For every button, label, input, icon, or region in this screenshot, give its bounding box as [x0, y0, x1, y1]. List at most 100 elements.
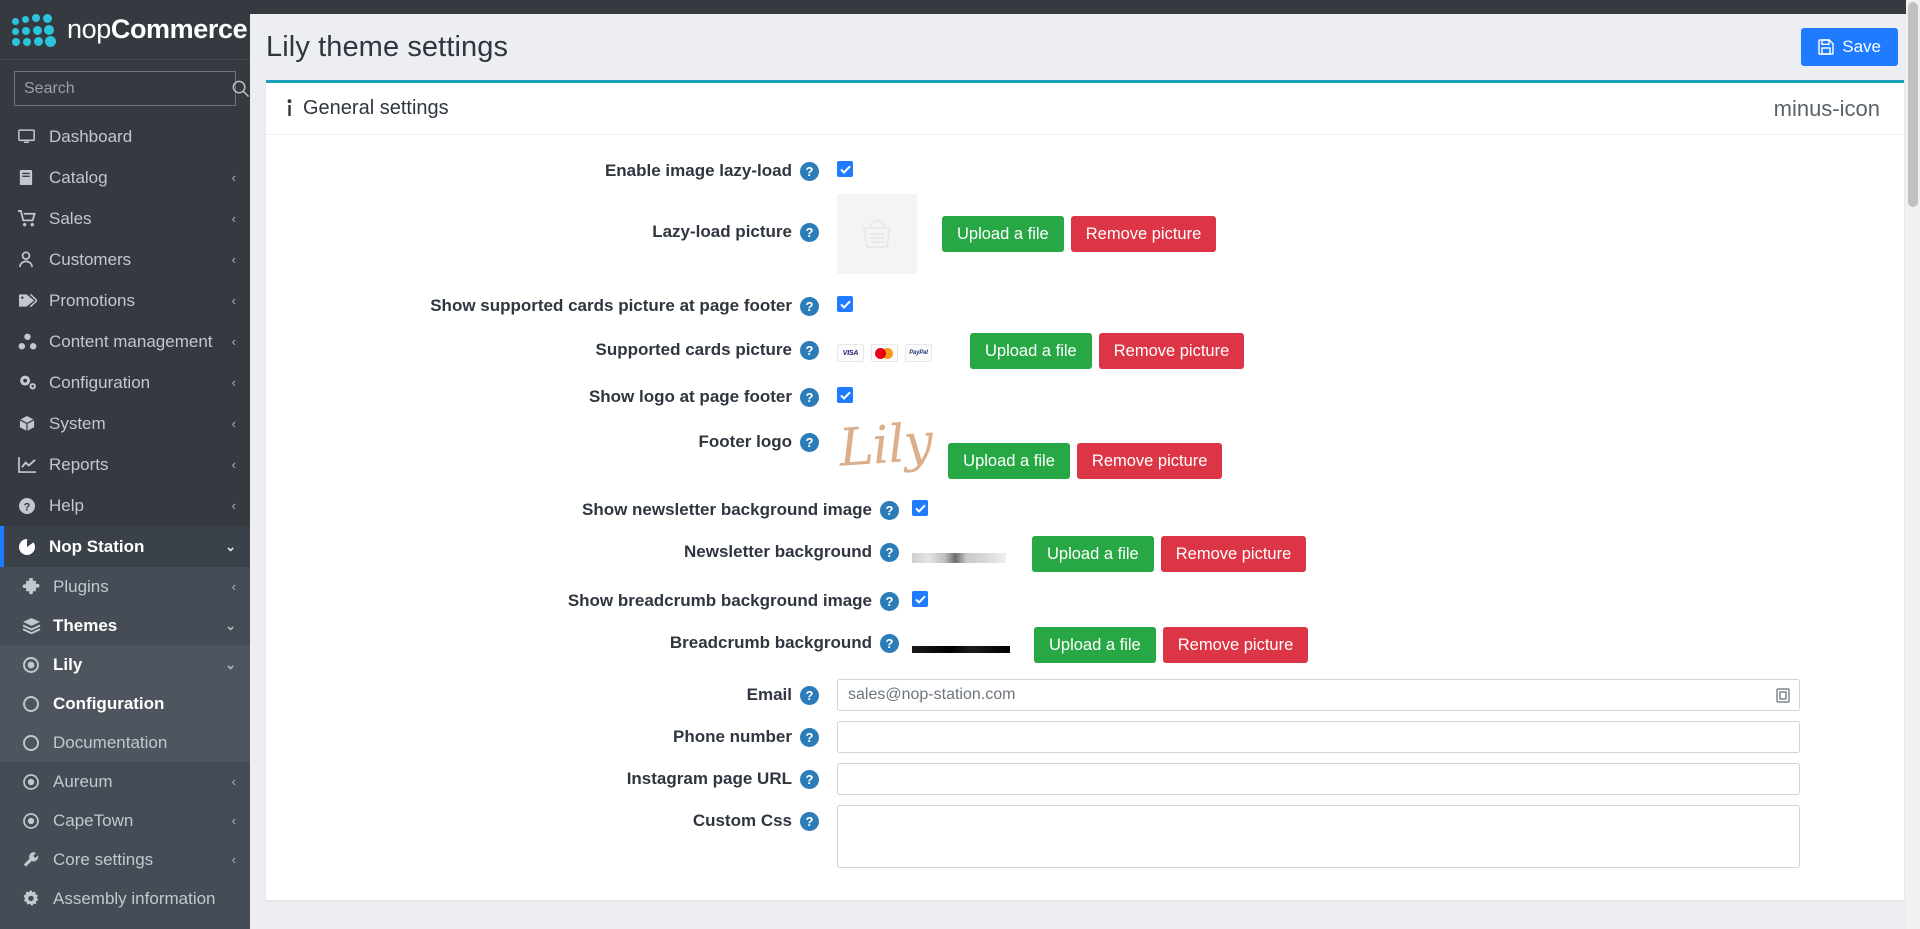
sidebar-item-catalog[interactable]: Catalog ‹: [0, 157, 250, 198]
sidebar-item-label: Documentation: [53, 732, 168, 752]
help-icon[interactable]: ?: [800, 811, 819, 831]
gears-icon: [18, 374, 44, 391]
help-icon[interactable]: ?: [880, 500, 899, 520]
brand-logo[interactable]: nopCommerce: [0, 0, 250, 60]
label-text: Breadcrumb background: [669, 633, 872, 652]
help-icon[interactable]: ?: [800, 432, 819, 452]
page-scrollbar-track[interactable]: [1906, 0, 1920, 929]
radio-empty-icon: [22, 734, 48, 752]
upload-a-file-button[interactable]: Upload a file: [1032, 536, 1154, 572]
label-text: Email: [746, 685, 792, 704]
chevron-icon: ‹: [231, 774, 236, 789]
picture-actions: Upload a file Remove picture: [1032, 536, 1307, 572]
help-icon[interactable]: ?: [800, 296, 819, 316]
sidebar-item-configuration[interactable]: Configuration ‹: [0, 362, 250, 403]
save-button[interactable]: Save: [1801, 28, 1898, 66]
upload-a-file-button[interactable]: Upload a file: [948, 443, 1070, 479]
label-text: Supported cards picture: [595, 340, 792, 359]
card-title: General settings: [303, 97, 449, 119]
sidebar-item-sales[interactable]: Sales ‹: [0, 198, 250, 239]
settings-form: Enable image lazy-load ? Lazy-load pictu…: [266, 135, 1904, 868]
sidebar-item-assembly-information[interactable]: Assembly information: [0, 879, 250, 918]
sidebar-item-reports[interactable]: Reports ‹: [0, 444, 250, 485]
form-label: Show logo at page footer ?: [266, 383, 819, 407]
sidebar-item-core-settings[interactable]: Core settings ‹: [0, 840, 250, 879]
remove-picture-button[interactable]: Remove picture: [1098, 333, 1245, 369]
enable-image-lazy-load-checkbox[interactable]: [837, 161, 853, 177]
phone-number-field-wrapper[interactable]: [837, 721, 1800, 753]
form-control: [899, 587, 1904, 607]
search-input[interactable]: [24, 79, 231, 98]
sidebar-item-plugins[interactable]: Plugins ‹: [0, 567, 250, 606]
help-icon[interactable]: ?: [800, 340, 819, 360]
cube-icon: [18, 415, 44, 432]
email-field[interactable]: [848, 686, 1789, 704]
form-row: Lazy-load picture ? Upload a file Remove…: [266, 194, 1904, 274]
chevron-icon: ‹: [231, 498, 236, 513]
sidebar-submenu-nop-station: Plugins ‹ Themes ⌄: [0, 567, 250, 645]
sidebar-item-capetown[interactable]: CapeTown ‹: [0, 801, 250, 840]
sidebar-item-themes[interactable]: Themes ⌄: [0, 606, 250, 645]
sidebar-item-lily[interactable]: Lily ⌄: [0, 645, 250, 684]
tags-icon: [18, 292, 44, 309]
help-icon[interactable]: ?: [800, 161, 819, 181]
newsletter-background-preview: [912, 553, 1006, 563]
remove-picture-button[interactable]: Remove picture: [1160, 536, 1307, 572]
sidebar-item-promotions[interactable]: Promotions ‹: [0, 280, 250, 321]
remove-picture-button[interactable]: Remove picture: [1162, 627, 1309, 663]
help-icon[interactable]: ?: [800, 387, 819, 407]
help-icon[interactable]: ?: [800, 769, 819, 789]
sidebar-item-label: Content management: [49, 331, 213, 351]
help-icon[interactable]: ?: [880, 542, 899, 562]
form-control: [819, 679, 1904, 711]
sidebar-item-help[interactable]: ? Help ‹: [0, 485, 250, 526]
remove-picture-button[interactable]: Remove picture: [1070, 216, 1217, 252]
phone-number-field[interactable]: [848, 728, 1789, 746]
help-icon[interactable]: ?: [880, 633, 899, 653]
show-breadcrumb-background-checkbox[interactable]: [912, 591, 928, 607]
sidebar-item-aureum[interactable]: Aureum ‹: [0, 762, 250, 801]
instagram-page-url-field[interactable]: [848, 770, 1789, 788]
search-icon[interactable]: [231, 79, 250, 98]
sidebar-item-dashboard[interactable]: Dashboard: [0, 116, 250, 157]
help-icon[interactable]: ?: [800, 685, 819, 705]
sidebar-item-lily-configuration[interactable]: Configuration: [0, 684, 250, 723]
nodes-icon: [18, 333, 44, 350]
custom-css-textarea[interactable]: [837, 805, 1800, 868]
label-text: Lazy-load picture: [652, 222, 792, 241]
form-row: Footer logo ? Lily Upload a file Remove …: [266, 412, 1904, 479]
help-icon[interactable]: ?: [880, 591, 899, 611]
form-label: Enable image lazy-load ?: [266, 157, 819, 181]
form-control: [819, 157, 1904, 177]
remove-picture-button[interactable]: Remove picture: [1076, 443, 1223, 479]
visa-logo: VISA: [837, 344, 864, 362]
show-newsletter-background-checkbox[interactable]: [912, 500, 928, 516]
upload-a-file-button[interactable]: Upload a file: [1034, 627, 1156, 663]
sidebar-item-label: Configuration: [49, 372, 151, 392]
general-settings-card: General settings minus-icon Enable image…: [266, 80, 1904, 900]
page-scrollbar-thumb[interactable]: [1908, 2, 1918, 207]
password-reveal-icon[interactable]: [1776, 687, 1790, 703]
help-icon[interactable]: ?: [800, 222, 819, 242]
help-icon[interactable]: ?: [800, 727, 819, 747]
show-supported-cards-checkbox[interactable]: [837, 296, 853, 312]
sidebar-item-nop-station[interactable]: Nop Station ⌄: [0, 526, 250, 567]
show-logo-at-page-footer-checkbox[interactable]: [837, 387, 853, 403]
email-field-wrapper[interactable]: [837, 679, 1800, 711]
form-row: Email ?: [266, 679, 1904, 711]
sidebar-item-system[interactable]: System ‹: [0, 403, 250, 444]
sidebar-item-lily-documentation[interactable]: Documentation: [0, 723, 250, 762]
sidebar-item-content-management[interactable]: Content management ‹: [0, 321, 250, 362]
upload-a-file-button[interactable]: Upload a file: [970, 333, 1092, 369]
label-text: Newsletter background: [684, 542, 872, 561]
sidebar-item-label: Configuration: [53, 693, 165, 713]
upload-a-file-button[interactable]: Upload a file: [942, 216, 1064, 252]
collapse-panel-button[interactable]: minus-icon: [1770, 97, 1884, 120]
search-box[interactable]: [14, 71, 250, 106]
paypal-logo: PayPal: [905, 344, 932, 362]
sidebar-item-customers[interactable]: Customers ‹: [0, 239, 250, 280]
instagram-page-url-field-wrapper[interactable]: [837, 763, 1800, 795]
info-icon: [286, 99, 293, 118]
sidebar-item-report-a-bug[interactable]: Report a bug: [0, 918, 250, 929]
book-icon: [18, 169, 44, 186]
